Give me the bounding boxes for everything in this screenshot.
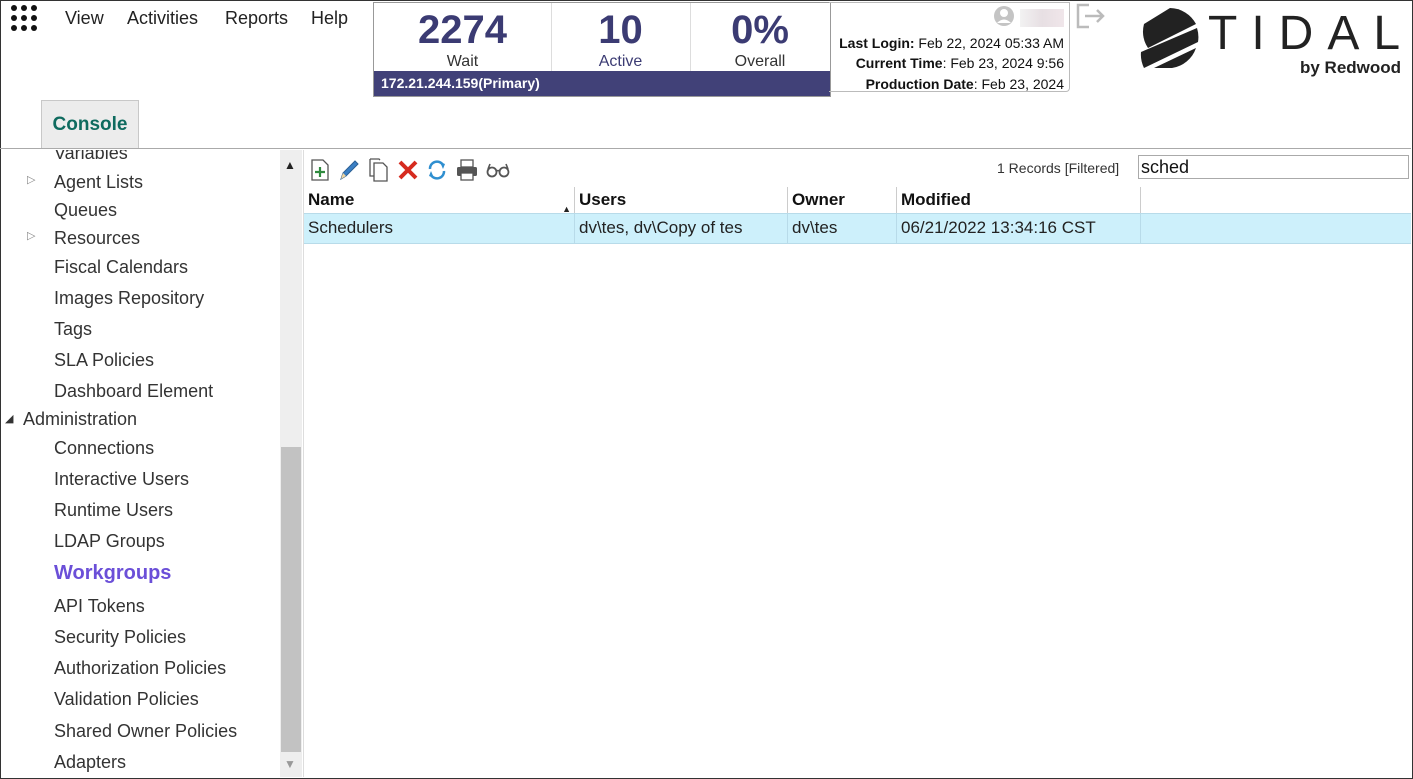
menu-activities[interactable]: Activities — [127, 8, 198, 29]
username-blurred — [1020, 9, 1064, 27]
records-count: 1 Records [Filtered] — [997, 160, 1120, 176]
sidebar-item-authorization-policies[interactable]: Authorization Policies — [54, 658, 226, 679]
sidebar-item-sla-policies[interactable]: SLA Policies — [54, 350, 154, 371]
wait-label: Wait — [446, 53, 479, 70]
edit-icon[interactable] — [338, 158, 360, 182]
job-stats-panel: 2274 Wait 10 Active 0% Overall 172.21.24… — [373, 2, 831, 97]
tidal-logo-text: TIDAL — [1208, 7, 1413, 60]
delete-icon[interactable] — [397, 158, 419, 182]
sidebar-item-administration[interactable]: Administration — [23, 409, 137, 430]
scroll-up-icon[interactable]: ▲ — [284, 158, 296, 172]
active-stat[interactable]: 10 Active — [551, 3, 691, 71]
wait-count: 2274 — [418, 8, 507, 52]
current-time-label: Current Time — [855, 55, 943, 71]
add-icon[interactable] — [309, 158, 331, 182]
sidebar-scrollbar-thumb[interactable] — [281, 447, 301, 752]
copy-icon[interactable] — [367, 158, 389, 182]
sidebar-item-variables[interactable]: Variables — [54, 150, 128, 164]
server-status-bar: 172.21.244.159(Primary) — [374, 71, 830, 96]
cell-users: dv\tes, dv\Copy of tes — [575, 214, 788, 243]
last-login-row: Last Login: Feb 22, 2024 05:33 AM — [839, 35, 1064, 51]
menu-help[interactable]: Help — [311, 8, 348, 29]
cell-owner: dv\tes — [788, 214, 897, 243]
sidebar-nav: Variables ▷ Agent Lists Queues ▷ Resourc… — [0, 150, 278, 777]
tab-console[interactable]: Console — [41, 100, 139, 149]
sidebar-item-api-tokens[interactable]: API Tokens — [54, 596, 145, 617]
menu-view[interactable]: View — [65, 8, 104, 29]
cell-name: Schedulers — [304, 214, 575, 243]
sidebar-item-workgroups[interactable]: Workgroups — [54, 562, 171, 585]
active-count: 10 — [598, 8, 643, 52]
sidebar-item-shared-owner-policies[interactable]: Shared Owner Policies — [54, 721, 237, 742]
sidebar-item-validation-policies[interactable]: Validation Policies — [54, 689, 199, 710]
collapse-arrow-icon[interactable]: ◢ — [5, 412, 13, 425]
expand-arrow-icon[interactable]: ▷ — [27, 229, 35, 242]
refresh-icon[interactable] — [426, 158, 448, 182]
production-date-label: Production Date — [865, 76, 974, 92]
tidal-logo-subtitle: by Redwood — [1300, 58, 1402, 77]
current-time-value: : Feb 23, 2024 9:56 — [942, 55, 1064, 71]
grid-header: Name ▲ Users Owner Modified — [304, 187, 1411, 214]
logout-icon[interactable] — [1075, 2, 1107, 30]
menu-reports[interactable]: Reports — [225, 8, 288, 29]
sidebar-item-runtime-users[interactable]: Runtime Users — [54, 500, 173, 521]
last-login-value: Feb 22, 2024 05:33 AM — [914, 35, 1064, 51]
overall-stat[interactable]: 0% Overall — [690, 3, 830, 71]
overall-label: Overall — [734, 53, 786, 70]
production-date-row: Production Date: Feb 23, 2024 — [866, 76, 1064, 92]
scroll-down-icon[interactable]: ▼ — [284, 757, 296, 771]
sidebar-item-security-policies[interactable]: Security Policies — [54, 627, 186, 648]
app-launcher-icon[interactable] — [10, 4, 40, 34]
table-row[interactable]: Schedulers dv\tes, dv\Copy of tes dv\tes… — [304, 213, 1411, 244]
sidebar-item-agent-lists[interactable]: Agent Lists — [54, 172, 143, 193]
sidebar-item-dashboard-element[interactable]: Dashboard Element — [54, 381, 213, 402]
user-avatar-icon[interactable] — [993, 5, 1015, 27]
column-header-name-label: Name — [308, 190, 355, 209]
sidebar-item-ldap-groups[interactable]: LDAP Groups — [54, 531, 165, 552]
sidebar-item-images-repository[interactable]: Images Repository — [54, 288, 204, 309]
sidebar-item-interactive-users[interactable]: Interactive Users — [54, 469, 189, 490]
column-header-owner[interactable]: Owner — [788, 187, 897, 213]
active-label: Active — [598, 53, 643, 70]
sidebar-item-fiscal-calendars[interactable]: Fiscal Calendars — [54, 257, 188, 278]
wait-stat[interactable]: 2274 Wait — [374, 3, 552, 71]
column-header-name[interactable]: Name ▲ — [304, 187, 575, 214]
sidebar-item-tags[interactable]: Tags — [54, 319, 92, 340]
overall-percent: 0% — [731, 8, 789, 52]
sidebar-item-adapters[interactable]: Adapters — [54, 752, 126, 773]
column-header-users[interactable]: Users — [575, 187, 788, 213]
tab-divider — [0, 148, 1411, 149]
filter-input[interactable] — [1138, 155, 1409, 179]
sidebar-item-resources[interactable]: Resources — [54, 228, 140, 249]
column-header-modified[interactable]: Modified — [897, 187, 1141, 213]
current-time-row: Current Time: Feb 23, 2024 9:56 — [856, 55, 1064, 71]
sidebar-item-connections[interactable]: Connections — [54, 438, 154, 459]
sidebar-item-queues[interactable]: Queues — [54, 200, 117, 221]
panel-divider — [303, 150, 304, 777]
print-icon[interactable] — [456, 158, 478, 182]
production-date-value: : Feb 23, 2024 — [973, 76, 1064, 92]
last-login-label: Last Login: — [839, 35, 915, 51]
cell-modified: 06/21/2022 13:34:16 CST — [897, 214, 1141, 243]
view-details-icon[interactable] — [485, 158, 511, 182]
expand-arrow-icon[interactable]: ▷ — [27, 173, 35, 186]
